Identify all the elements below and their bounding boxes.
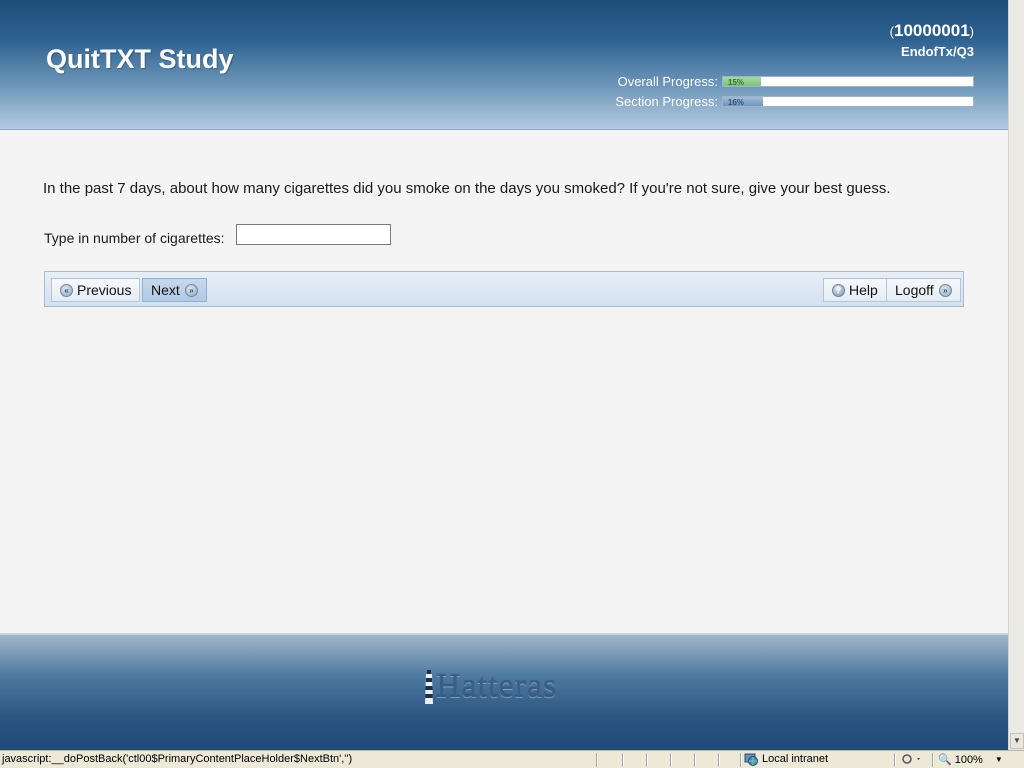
participant-close-paren: ) (969, 24, 974, 39)
status-separator (740, 753, 741, 767)
answer-label: Type in number of cigarettes: (44, 230, 225, 246)
help-button[interactable]: ? Help (823, 278, 887, 302)
vertical-scrollbar[interactable]: ▼ (1008, 0, 1024, 750)
section-progress-percent: 16% (728, 97, 745, 107)
participant-id-display: (10000001) (890, 21, 974, 41)
overall-progress-label: Overall Progress: (617, 73, 718, 89)
status-separator (894, 753, 895, 767)
help-button-label: Help (849, 282, 878, 298)
lighthouse-icon (425, 670, 433, 704)
status-separator (694, 753, 695, 767)
fast-forward-circle-icon: » (184, 283, 198, 297)
question-text: In the past 7 days, about how many cigar… (43, 180, 891, 197)
next-button[interactable]: Next » (142, 278, 207, 302)
overall-progress: Overall Progress: 15% (617, 73, 974, 89)
status-separator (718, 753, 719, 767)
section-progress: Section Progress: 16% (615, 93, 974, 109)
page-header: QuitTXT Study (10000001) EndofTx/Q3 Over… (0, 0, 1008, 130)
section-progress-label: Section Progress: (615, 93, 718, 109)
previous-button-label: Previous (77, 282, 132, 298)
zoom-level: 100% (954, 753, 983, 766)
status-separator (622, 753, 623, 767)
scroll-down-arrow-icon[interactable]: ▼ (1010, 733, 1024, 749)
status-text: javascript:__doPostBack('ctl00$PrimaryCo… (2, 753, 353, 765)
overall-progress-track: 15% (722, 75, 974, 87)
survey-location: EndofTx/Q3 (901, 44, 974, 59)
section-progress-track: 16% (722, 95, 974, 107)
status-separator (646, 753, 647, 767)
app-title: QuitTXT Study (46, 44, 234, 74)
rewind-circle-icon: « (60, 283, 73, 297)
navigation-bar: « Previous Next » ? Help Logoff » (44, 271, 964, 307)
overall-progress-percent: 15% (728, 77, 745, 87)
cigarettes-count-input[interactable] (236, 224, 391, 245)
globe-icon (744, 753, 758, 766)
footer-brand: Hatteras (436, 668, 558, 705)
previous-button[interactable]: « Previous (51, 278, 141, 302)
chevron-down-icon: ▼ (994, 755, 1003, 764)
fast-forward-circle-icon: » (938, 283, 952, 297)
magnifier-icon: 🔍 (938, 754, 952, 766)
footer-logo: Hatteras (424, 665, 594, 709)
participant-id: 10000001 (894, 21, 970, 40)
protected-mode-cell[interactable] (900, 752, 924, 766)
status-separator (932, 753, 933, 767)
main-content: In the past 7 days, about how many cigar… (0, 131, 1008, 633)
logoff-button-label: Logoff (895, 282, 934, 298)
security-zone-label: Local intranet (762, 753, 829, 765)
status-separator (596, 753, 597, 767)
security-zone: Local intranet (744, 752, 828, 766)
settings-dropdown-icon (902, 754, 920, 764)
question-circle-icon: ? (832, 283, 845, 297)
zoom-control[interactable]: 🔍 100% ▼ (938, 753, 1003, 767)
logoff-button[interactable]: Logoff » (886, 278, 961, 302)
page-footer: Hatteras (0, 633, 1008, 750)
browser-status-bar: javascript:__doPostBack('ctl00$PrimaryCo… (0, 750, 1024, 768)
next-button-label: Next (151, 282, 180, 298)
status-separator (670, 753, 671, 767)
